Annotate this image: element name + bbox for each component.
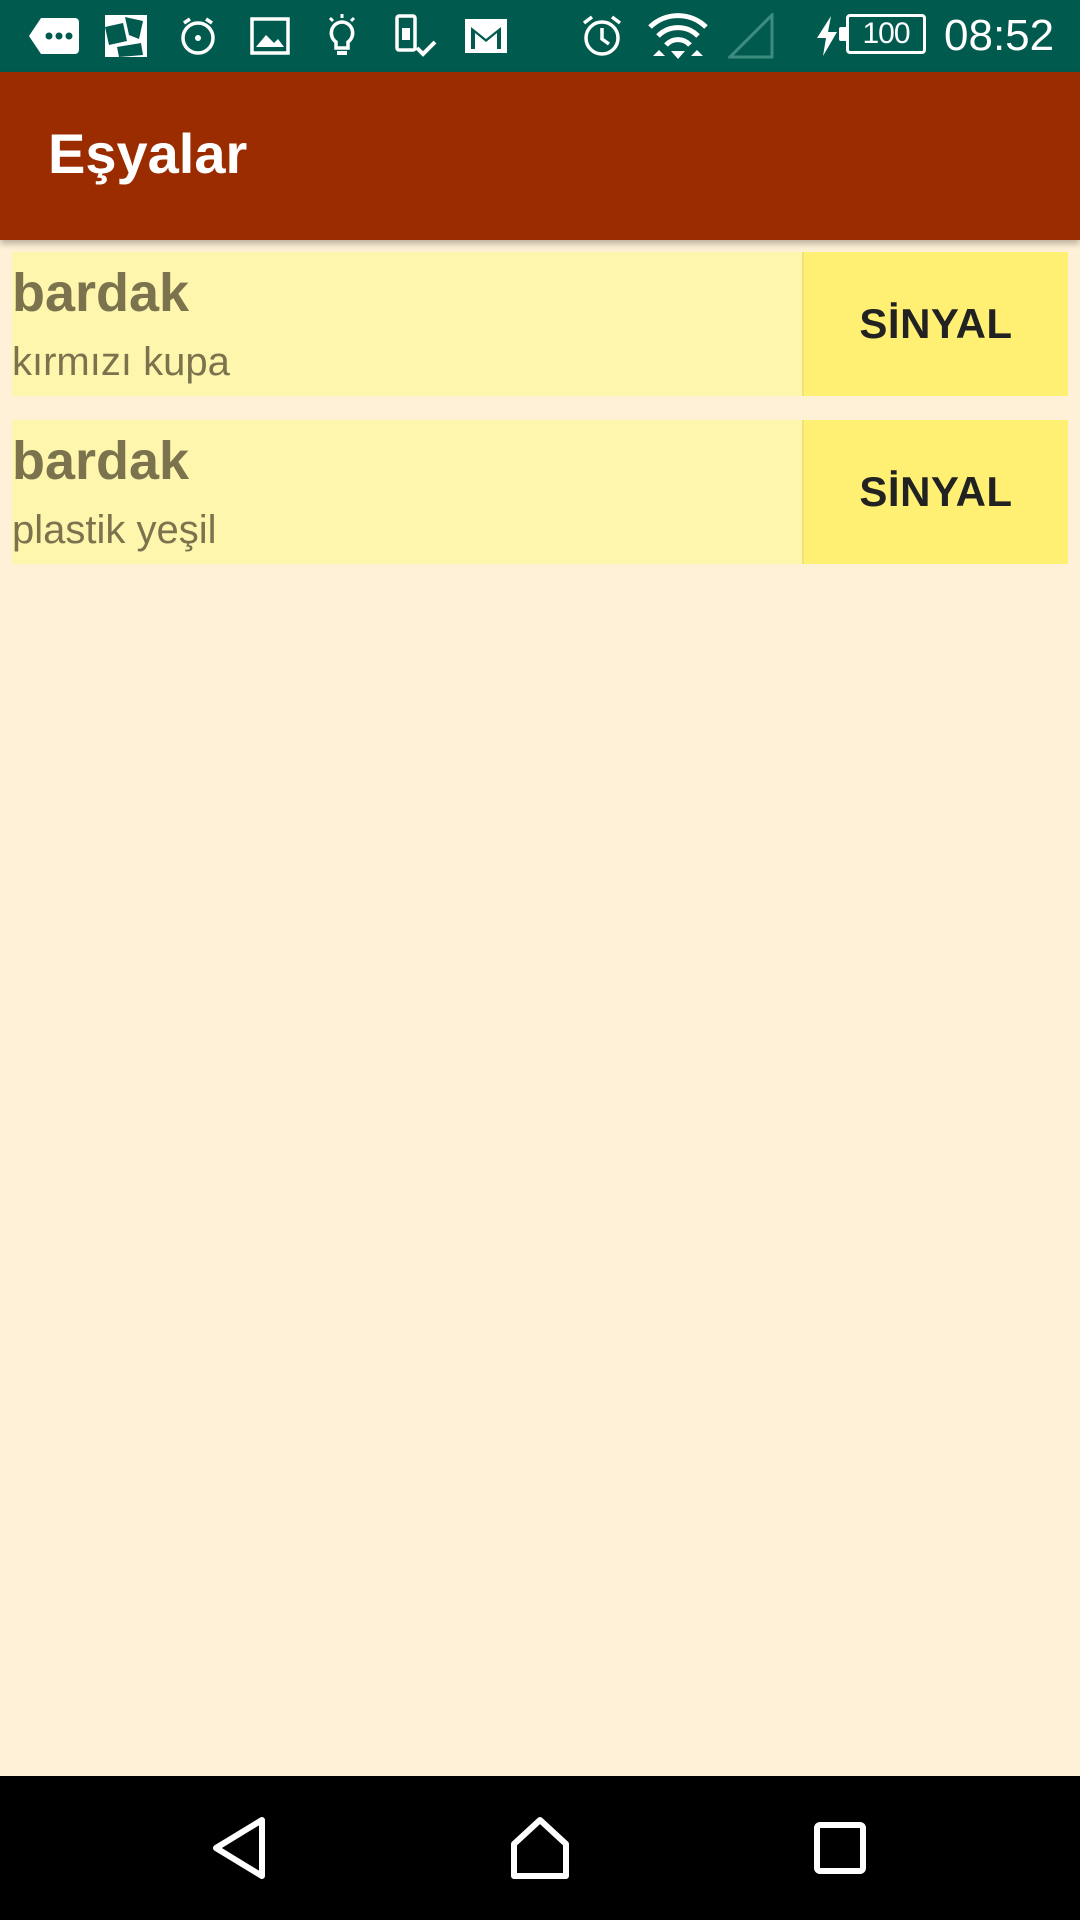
wifi-icon <box>646 12 710 60</box>
phone-check-icon <box>392 12 438 60</box>
home-icon[interactable] <box>480 1800 600 1896</box>
status-bar: 100 08:52 <box>0 0 1080 72</box>
cell-signal-icon <box>726 12 776 60</box>
item-description: plastik yeşil <box>12 508 217 552</box>
battery-icon: 100 <box>839 14 926 54</box>
list-item-text[interactable]: bardak kırmızı kupa <box>12 252 802 396</box>
item-description: kırmızı kupa <box>12 340 230 384</box>
list-item[interactable]: bardak plastik yeşil SİNYAL <box>12 420 1068 564</box>
charging-icon <box>812 12 842 60</box>
chat-bubble-icon <box>26 12 82 60</box>
battery-level: 100 <box>862 17 910 50</box>
app-bar: Eşyalar <box>0 72 1080 240</box>
navigation-bar <box>0 1776 1080 1920</box>
lightbulb-icon <box>322 12 362 60</box>
recents-icon[interactable] <box>780 1800 900 1896</box>
item-name: bardak <box>12 431 190 491</box>
status-clock: 08:52 <box>944 11 1055 60</box>
list-item[interactable]: bardak kırmızı kupa SİNYAL <box>12 252 1068 396</box>
back-icon[interactable] <box>180 1800 300 1896</box>
gallery-icon <box>248 12 292 60</box>
signal-button[interactable]: SİNYAL <box>802 420 1068 564</box>
alarm-icon <box>578 12 626 60</box>
item-list: bardak kırmızı kupa SİNYAL bardak plasti… <box>12 252 1068 588</box>
page-title: Eşyalar <box>48 122 248 185</box>
photo-collage-icon <box>102 12 150 60</box>
item-name: bardak <box>12 263 190 323</box>
signal-button[interactable]: SİNYAL <box>802 252 1068 396</box>
list-item-text[interactable]: bardak plastik yeşil <box>12 420 802 564</box>
gmail-icon <box>462 12 510 60</box>
alarm-app-icon <box>176 12 220 60</box>
